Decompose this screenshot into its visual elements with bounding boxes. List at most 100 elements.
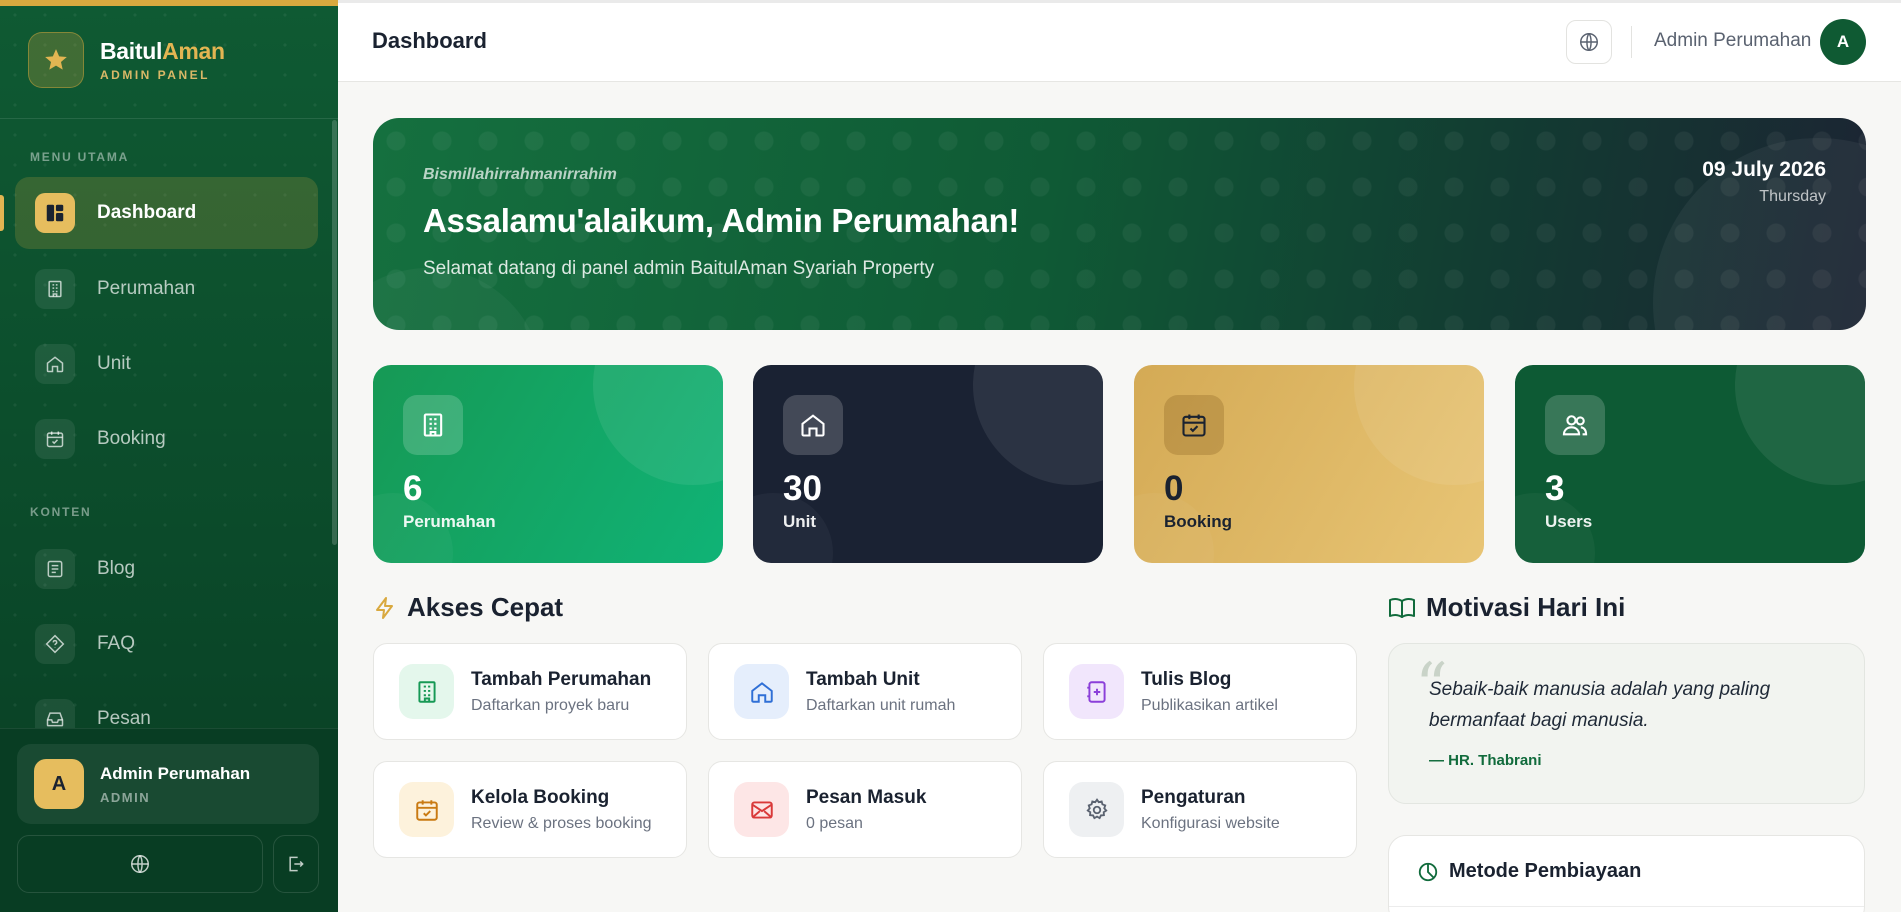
quick-pengaturan[interactable]: Pengaturan Konfigurasi website bbox=[1043, 761, 1357, 858]
sidebar-item-dashboard[interactable]: Dashboard bbox=[0, 177, 318, 249]
calendar-check-icon bbox=[399, 782, 454, 837]
quick-desc: Konfigurasi website bbox=[1141, 814, 1280, 832]
sidebar-item-perumahan[interactable]: Perumahan bbox=[15, 253, 318, 325]
sidebar-item-label: Perumahan bbox=[97, 278, 196, 299]
stat-label: Booking bbox=[1164, 512, 1232, 531]
lightning-icon bbox=[376, 596, 393, 619]
sidebar-item-booking[interactable]: Booking bbox=[15, 403, 318, 475]
sidebar-top-accent bbox=[0, 0, 338, 6]
header-top-line bbox=[338, 0, 1901, 3]
sidebar-user-card[interactable]: A Admin Perumahan ADMIN bbox=[17, 744, 319, 824]
page-title: Dashboard bbox=[372, 28, 487, 53]
sidebar-item-label: Dashboard bbox=[97, 202, 197, 223]
quick-tulis-blog[interactable]: Tulis Blog Publikasikan artikel bbox=[1043, 643, 1357, 740]
pie-chart-icon bbox=[1418, 862, 1438, 881]
quick-title: Pengaturan bbox=[1141, 786, 1246, 808]
header-separator bbox=[1631, 26, 1632, 58]
stat-card-booking[interactable]: 0 Booking bbox=[1134, 365, 1484, 563]
stat-value: 6 bbox=[403, 469, 423, 508]
mail-icon bbox=[734, 782, 789, 837]
stat-value: 30 bbox=[783, 469, 822, 508]
help-diamond-icon bbox=[35, 624, 75, 664]
avatar: A bbox=[34, 759, 84, 809]
sidebar-user-panel: A Admin Perumahan ADMIN bbox=[0, 728, 338, 912]
building-icon bbox=[35, 269, 75, 309]
motivation-heading: Motivasi Hari Ini bbox=[1388, 592, 1625, 623]
calendar-check-icon bbox=[1164, 395, 1224, 455]
sidebar-item-unit[interactable]: Unit bbox=[15, 328, 318, 400]
quick-title: Tulis Blog bbox=[1141, 668, 1232, 690]
quick-desc: 0 pesan bbox=[806, 814, 863, 832]
quick-desc: Review & proses booking bbox=[471, 814, 652, 832]
newspaper-icon bbox=[35, 549, 75, 589]
section-title: Metode Pembiayaan bbox=[1449, 860, 1642, 882]
stat-card-unit[interactable]: 30 Unit bbox=[753, 365, 1103, 563]
quick-desc: Publikasikan artikel bbox=[1141, 696, 1278, 714]
sidebar-scrollbar[interactable] bbox=[332, 120, 337, 545]
home-icon bbox=[783, 395, 843, 455]
quick-desc: Daftarkan unit rumah bbox=[806, 696, 956, 714]
sidebar-item-label: Booking bbox=[97, 428, 166, 449]
quick-access-heading: Akses Cepat bbox=[373, 592, 563, 623]
stat-card-perumahan[interactable]: 6 Perumahan bbox=[373, 365, 723, 563]
header-language-button[interactable] bbox=[1566, 20, 1612, 64]
quick-pesan-masuk[interactable]: Pesan Masuk 0 pesan bbox=[708, 761, 1022, 858]
sidebar-user-name: Admin Perumahan bbox=[100, 763, 251, 783]
brand-subtitle: ADMIN PANEL bbox=[100, 68, 210, 82]
banner-title: Assalamu'alaikum, Admin Perumahan! bbox=[423, 202, 1020, 239]
quick-kelola-booking[interactable]: Kelola Booking Review & proses booking bbox=[373, 761, 687, 858]
sidebar: BaitulAman ADMIN PANEL MENU UTAMA Dashbo… bbox=[0, 0, 338, 912]
stat-label: Perumahan bbox=[403, 512, 496, 531]
banner-greeting: Bismillahirrahmanirrahim bbox=[423, 166, 617, 183]
banner-date: 09 July 2026 bbox=[1702, 158, 1826, 181]
building-icon bbox=[399, 664, 454, 719]
quick-tambah-unit[interactable]: Tambah Unit Daftarkan unit rumah bbox=[708, 643, 1022, 740]
quick-title: Pesan Masuk bbox=[806, 786, 927, 808]
book-open-icon bbox=[1389, 597, 1415, 618]
users-icon bbox=[1545, 395, 1605, 455]
globe-icon bbox=[131, 855, 149, 873]
star-icon bbox=[28, 32, 84, 88]
section-title: Motivasi Hari Ini bbox=[1426, 592, 1626, 622]
sidebar-item-faq[interactable]: FAQ bbox=[15, 608, 318, 680]
quote-text: Sebaik-baik manusia adalah yang paling b… bbox=[1429, 679, 1771, 731]
home-icon bbox=[734, 664, 789, 719]
building-icon bbox=[403, 395, 463, 455]
banner-day: Thursday bbox=[1759, 188, 1826, 205]
header-user-name[interactable]: Admin Perumahan bbox=[1654, 30, 1811, 52]
banner-subtitle: Selamat datang di panel admin BaitulAman… bbox=[423, 258, 935, 279]
stat-label: Users bbox=[1545, 512, 1593, 531]
calendar-check-icon bbox=[35, 419, 75, 459]
divider bbox=[1389, 906, 1864, 907]
sidebar-item-label: Unit bbox=[97, 353, 131, 374]
sidebar-item-blog[interactable]: Blog bbox=[15, 533, 318, 605]
sidebar-item-label: Blog bbox=[97, 558, 136, 579]
sidebar-language-button[interactable] bbox=[17, 835, 263, 893]
home-icon bbox=[35, 344, 75, 384]
motivation-card: “ Sebaik-baik manusia adalah yang paling… bbox=[1388, 643, 1865, 804]
brand[interactable]: BaitulAman ADMIN PANEL bbox=[28, 32, 225, 88]
section-label-konten: KONTEN bbox=[30, 505, 92, 519]
quick-title: Tambah Unit bbox=[806, 668, 920, 690]
financing-card: Metode Pembiayaan bbox=[1388, 835, 1865, 912]
add-note-icon bbox=[1069, 664, 1124, 719]
logout-button[interactable] bbox=[273, 835, 319, 893]
quick-title: Tambah Perumahan bbox=[471, 668, 652, 690]
stat-label: Unit bbox=[783, 512, 817, 531]
section-title: Akses Cepat bbox=[407, 592, 564, 622]
quick-title: Kelola Booking bbox=[471, 786, 610, 808]
section-label-menu-utama: MENU UTAMA bbox=[30, 150, 130, 164]
quick-desc: Daftarkan proyek baru bbox=[471, 696, 630, 714]
financing-heading: Metode Pembiayaan bbox=[1417, 860, 1641, 883]
sidebar-item-label: Pesan bbox=[97, 708, 151, 729]
dashboard-icon bbox=[35, 193, 75, 233]
top-header: Dashboard Admin Perumahan A bbox=[338, 0, 1901, 82]
gear-icon bbox=[1069, 782, 1124, 837]
globe-icon bbox=[1580, 33, 1598, 51]
stat-card-users[interactable]: 3 Users bbox=[1515, 365, 1865, 563]
stat-value: 3 bbox=[1545, 469, 1565, 508]
avatar[interactable]: A bbox=[1820, 19, 1866, 65]
quick-tambah-perumahan[interactable]: Tambah Perumahan Daftarkan proyek baru bbox=[373, 643, 687, 740]
sidebar-divider bbox=[0, 118, 338, 119]
sidebar-user-role: ADMIN bbox=[100, 789, 151, 805]
